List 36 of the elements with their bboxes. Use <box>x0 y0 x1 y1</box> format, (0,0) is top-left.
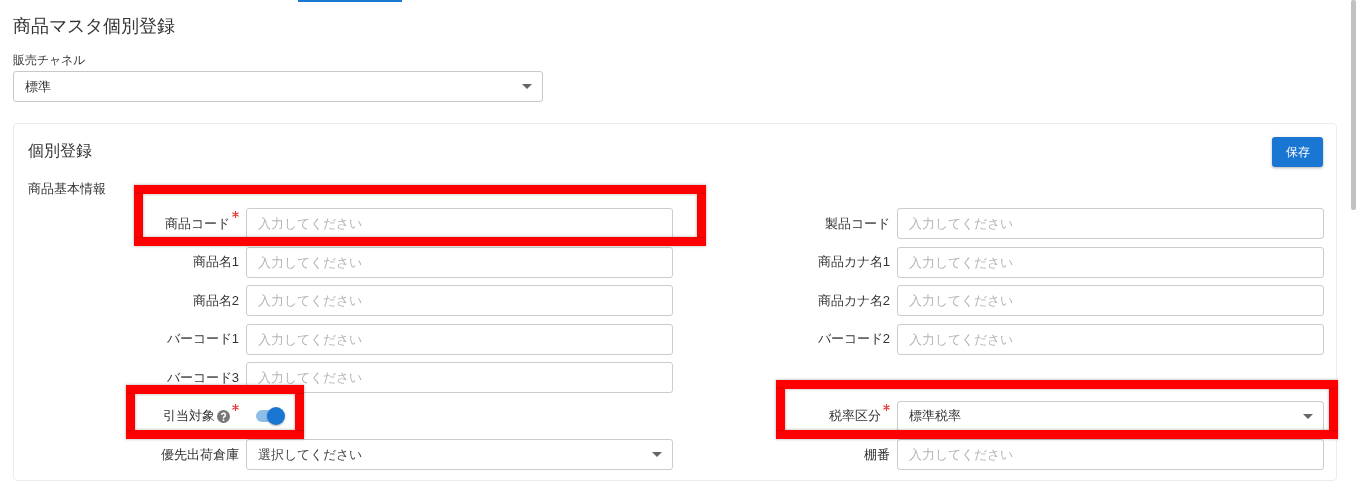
field-label: 商品名2 <box>192 291 239 310</box>
field-label: 販売チャネル <box>13 52 86 68</box>
input-field[interactable]: 入力してください <box>897 208 1324 239</box>
input-field[interactable]: 入力してください <box>897 246 1324 278</box>
input-field[interactable]: 入力してください <box>246 246 673 278</box>
field-label: 引当対象 <box>163 407 215 425</box>
input-field[interactable]: 入力してください <box>246 362 673 393</box>
caret-icon <box>1303 413 1313 419</box>
field-label: バーコード3 <box>166 368 239 387</box>
input-field[interactable]: 入力してください <box>246 208 673 239</box>
field-label: バーコード1 <box>166 330 239 348</box>
field-label: 製品コード <box>825 214 890 233</box>
input-field[interactable]: 入力してください <box>897 323 1324 355</box>
scrollbar-thumb[interactable] <box>1351 0 1356 210</box>
caret-icon <box>522 84 532 89</box>
field-label: 棚番 <box>864 445 890 464</box>
page-title: 商品マスタ個別登録 <box>13 15 176 38</box>
field-label: 商品カナ名2 <box>817 291 890 310</box>
dropdown[interactable]: 選択してください <box>246 439 673 470</box>
input-field[interactable]: 入力してください <box>897 439 1324 470</box>
toggle-switch[interactable] <box>255 407 285 425</box>
input-field[interactable]: 入力してください <box>246 323 673 355</box>
field-label: 商品カナ名1 <box>817 253 890 271</box>
field-label: 優先出荷倉庫 <box>161 445 239 464</box>
help-icon[interactable] <box>217 409 230 423</box>
input-field[interactable]: 入力してください <box>897 285 1324 316</box>
save-button[interactable]: 保存 <box>1272 137 1323 167</box>
card-title: 個別登録 <box>28 141 92 161</box>
caret-icon <box>652 452 662 457</box>
field-label: 商品コード <box>165 214 230 233</box>
dropdown[interactable]: 標準 <box>13 71 543 102</box>
field-label: 商品名1 <box>192 253 239 271</box>
section-title: 商品基本情報 <box>28 181 107 197</box>
field-label: 税率区分 <box>829 407 881 425</box>
input-field[interactable]: 入力してください <box>246 285 673 316</box>
field-label: バーコード2 <box>817 330 890 348</box>
